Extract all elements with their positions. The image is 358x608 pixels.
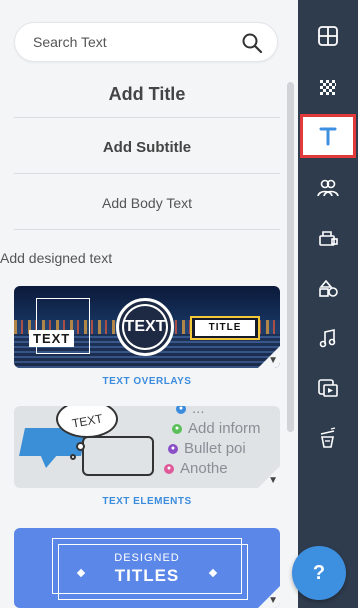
text-elements-thumbnail[interactable]: TEXT ●... ● Add inform ● Bullet poi ● Anoth… — [14, 406, 280, 488]
thought-dot — [76, 442, 85, 451]
overlay-sample-box: TEXT — [29, 298, 90, 354]
magic-icon — [320, 427, 336, 448]
caret-down-icon[interactable]: ▼ — [268, 475, 278, 486]
search-box[interactable] — [14, 22, 278, 62]
list-item: ● Add inform — [172, 420, 280, 440]
add-title-option[interactable]: Add Title — [14, 70, 280, 118]
objects-icon — [319, 231, 338, 246]
thought-cloud-text: TEXT — [71, 411, 104, 431]
overlay-sample-title: TITLE — [190, 316, 260, 340]
designed-titles-big-text: TITLES — [114, 566, 180, 585]
overlay-sample-title-text: TITLE — [195, 320, 255, 336]
caret-down-icon[interactable]: ▼ — [268, 355, 278, 366]
list-item: ●... — [176, 406, 280, 420]
layout-icon — [318, 26, 338, 46]
rail-video[interactable] — [298, 364, 358, 412]
text-icon — [319, 127, 337, 146]
add-subtitle-option[interactable]: Add Subtitle — [14, 122, 280, 174]
outline-speech-box — [82, 436, 154, 476]
thought-dot — [70, 454, 76, 460]
bullet-icon: ● — [172, 424, 182, 435]
video-icon — [318, 379, 338, 397]
text-panel: Add Title Add Subtitle Add Body Text Add… — [0, 0, 298, 608]
text-overlays-caption[interactable]: TEXT OVERLAYS — [14, 376, 280, 387]
bullet-icon: ● — [176, 406, 186, 415]
text-elements-caption[interactable]: TEXT ELEMENTS — [14, 496, 280, 507]
search-input[interactable] — [33, 23, 233, 61]
people-icon — [317, 179, 339, 197]
background-icon — [320, 80, 336, 95]
shapes-icon — [319, 279, 338, 297]
panel-scrollbar[interactable] — [287, 82, 294, 432]
bullet-icon: ● — [164, 464, 174, 475]
designed-titles-thumbnail[interactable]: DESIGNED TITLES ▼ — [14, 528, 280, 608]
rail-objects[interactable] — [298, 214, 358, 262]
rail-background[interactable] — [298, 64, 358, 112]
rail-text[interactable] — [300, 114, 356, 158]
rail-music[interactable] — [298, 314, 358, 362]
overlay-sample-circle: TEXT — [116, 298, 174, 356]
bullet-icon: ● — [168, 444, 178, 455]
search-icon[interactable] — [241, 32, 263, 54]
rail-shapes[interactable] — [298, 264, 358, 312]
rail-magic[interactable] — [298, 414, 358, 462]
music-icon — [319, 329, 336, 348]
overlay-sample-box-text: TEXT — [29, 330, 75, 347]
designed-text-heading: Add designed text — [0, 250, 113, 266]
tool-rail — [298, 0, 358, 608]
caret-down-icon[interactable]: ▼ — [268, 595, 278, 606]
list-item: ● Bullet poi — [168, 440, 280, 460]
add-body-text-option[interactable]: Add Body Text — [14, 176, 280, 230]
help-button[interactable]: ? — [292, 546, 346, 600]
rail-layout[interactable] — [298, 12, 358, 60]
rail-people[interactable] — [298, 164, 358, 212]
blue-speech-bubble-tail — [40, 454, 58, 468]
text-overlays-thumbnail[interactable]: TEXT TEXT TITLE ▼ — [14, 286, 280, 368]
designed-titles-small-text: DESIGNED — [114, 552, 180, 564]
